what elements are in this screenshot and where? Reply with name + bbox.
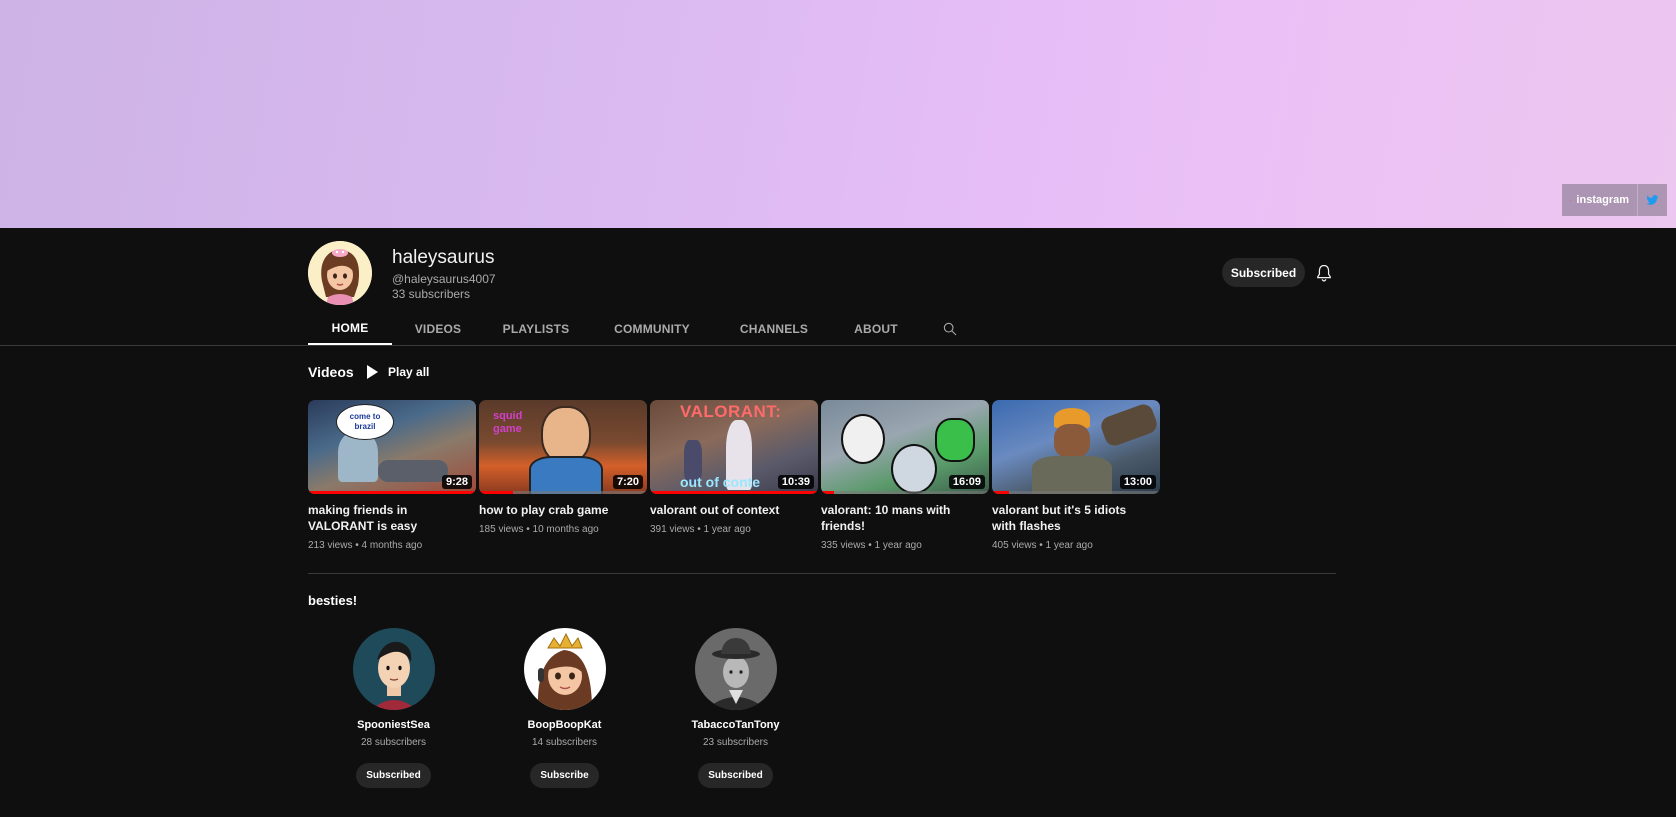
featured-channel-name[interactable]: BoopBoopKat — [528, 719, 602, 731]
instagram-label: instagram — [1576, 194, 1629, 206]
video-views: 391 views — [650, 524, 695, 535]
channel-banner: instagram — [0, 0, 1676, 228]
featured-subscribe-button[interactable]: Subscribed — [698, 763, 773, 788]
channel-tabs: HOME VIDEOS PLAYLISTS COMMUNITY CHANNELS… — [308, 312, 970, 345]
featured-channel: TabaccoTanTony 23 subscribers Subscribed — [650, 628, 821, 788]
featured-channel-subscribers: 28 subscribers — [360, 737, 427, 748]
featured-channel-avatar[interactable] — [694, 628, 777, 710]
video-metadata: 213 views • 4 months ago — [308, 540, 423, 551]
featured-subscribe-button[interactable]: Subscribed — [356, 763, 431, 788]
watch-progress — [308, 491, 476, 494]
tab-about[interactable]: ABOUT — [832, 312, 920, 345]
featured-channel-name[interactable]: TabaccoTanTony — [691, 719, 779, 731]
channel-name: haleysaurus — [392, 247, 495, 268]
featured-channels-title: besties! — [308, 593, 358, 608]
subscribe-button[interactable]: Subscribed — [1222, 258, 1305, 287]
banner-links: instagram — [1562, 184, 1667, 216]
channel-subscriber-count: 33 subscribers — [392, 287, 471, 301]
video-card[interactable]: 16:09 valorant: 10 mans with friends! 33… — [821, 400, 989, 551]
video-thumbnail[interactable]: come to brazil 9:28 — [308, 400, 476, 494]
play-icon — [367, 365, 378, 379]
featured-channel-subscribers: 23 subscribers — [702, 737, 769, 748]
play-all-label: Play all — [388, 365, 430, 379]
tab-home[interactable]: HOME — [308, 312, 392, 345]
avatar-illustration — [352, 628, 435, 710]
thumbnail-caption-2: out of conte — [680, 474, 761, 490]
channel-header: haleysaurus @haleysaurus4007 33 subscrib… — [308, 241, 1336, 306]
watch-progress — [821, 491, 835, 494]
video-age: 1 year ago — [703, 524, 751, 535]
featured-channel-avatar[interactable] — [352, 628, 435, 710]
channel-handle: @haleysaurus4007 — [392, 272, 496, 286]
tab-playlists[interactable]: PLAYLISTS — [484, 312, 588, 345]
video-metadata: 391 views • 1 year ago — [650, 524, 751, 535]
search-icon — [943, 322, 957, 335]
video-duration: 13:00 — [1119, 475, 1156, 489]
featured-channel-subscribers: 14 subscribers — [531, 737, 598, 748]
featured-channel-name[interactable]: SpooniestSea — [357, 719, 430, 731]
video-duration: 10:39 — [777, 475, 814, 489]
tab-search[interactable] — [930, 312, 970, 345]
videos-shelf: come to brazil 9:28 making friends in VA… — [308, 400, 1160, 551]
featured-channels: SpooniestSea 28 subscribers Subscribed B… — [308, 628, 821, 788]
video-metadata: 335 views • 1 year ago — [821, 540, 922, 551]
video-age: 1 year ago — [874, 540, 922, 551]
video-title[interactable]: making friends in VALORANT is easy — [308, 502, 468, 534]
bell-icon[interactable] — [1314, 263, 1334, 283]
video-age: 10 months ago — [532, 524, 599, 535]
video-title[interactable]: valorant but it's 5 idiots with flashes — [992, 502, 1152, 534]
video-title[interactable]: how to play crab game — [479, 502, 639, 518]
twitter-icon — [1646, 194, 1659, 205]
video-title[interactable]: valorant: 10 mans with friends! — [821, 502, 981, 534]
tabs-divider — [0, 345, 1676, 346]
video-duration: 16:09 — [948, 475, 985, 489]
video-age: 4 months ago — [361, 540, 423, 551]
video-card[interactable]: 13:00 valorant but it's 5 idiots with fl… — [992, 400, 1160, 551]
instagram-link[interactable]: instagram — [1562, 184, 1638, 216]
video-views: 185 views — [479, 524, 524, 535]
section-divider — [308, 573, 1336, 574]
featured-channel-avatar[interactable] — [523, 628, 606, 710]
video-title[interactable]: valorant out of context — [650, 502, 810, 518]
tab-videos[interactable]: VIDEOS — [392, 312, 484, 345]
tab-community[interactable]: COMMUNITY — [588, 312, 716, 345]
featured-channel: SpooniestSea 28 subscribers Subscribed — [308, 628, 479, 788]
video-thumbnail[interactable]: 16:09 — [821, 400, 989, 494]
video-metadata: 185 views • 10 months ago — [479, 524, 599, 535]
video-duration: 7:20 — [612, 475, 643, 489]
channel-avatar-illustration — [308, 241, 372, 305]
video-views: 213 views — [308, 540, 353, 551]
video-metadata: 405 views • 1 year ago — [992, 540, 1093, 551]
video-age: 1 year ago — [1045, 540, 1093, 551]
featured-channel: BoopBoopKat 14 subscribers Subscribe — [479, 628, 650, 788]
video-card[interactable]: come to brazil 9:28 making friends in VA… — [308, 400, 476, 551]
twitter-link[interactable] — [1638, 184, 1667, 216]
video-views: 335 views — [821, 540, 866, 551]
videos-section-title: Videos — [308, 364, 354, 380]
video-thumbnail[interactable]: squid game 7:20 — [479, 400, 647, 494]
video-thumbnail[interactable]: 13:00 — [992, 400, 1160, 494]
video-duration: 9:28 — [441, 475, 472, 489]
avatar-illustration — [523, 628, 606, 710]
watch-progress — [479, 491, 513, 494]
thumbnail-caption: VALORANT: — [680, 402, 782, 421]
instagram-icon — [1570, 199, 1572, 201]
video-views: 405 views — [992, 540, 1037, 551]
video-card[interactable]: VALORANT: out of conte 10:39 valorant ou… — [650, 400, 818, 551]
tab-channels[interactable]: CHANNELS — [716, 312, 832, 345]
channel-avatar[interactable] — [308, 241, 372, 305]
video-thumbnail[interactable]: VALORANT: out of conte 10:39 — [650, 400, 818, 494]
thumbnail-caption: squid game — [493, 410, 523, 435]
watch-progress — [992, 491, 1009, 494]
thumbnail-caption: come to brazil — [349, 412, 381, 431]
featured-subscribe-button[interactable]: Subscribe — [530, 763, 599, 788]
avatar-illustration — [694, 628, 777, 710]
play-all-button[interactable]: Play all — [366, 364, 429, 380]
watch-progress — [650, 491, 818, 494]
video-card[interactable]: squid game 7:20 how to play crab game 18… — [479, 400, 647, 551]
